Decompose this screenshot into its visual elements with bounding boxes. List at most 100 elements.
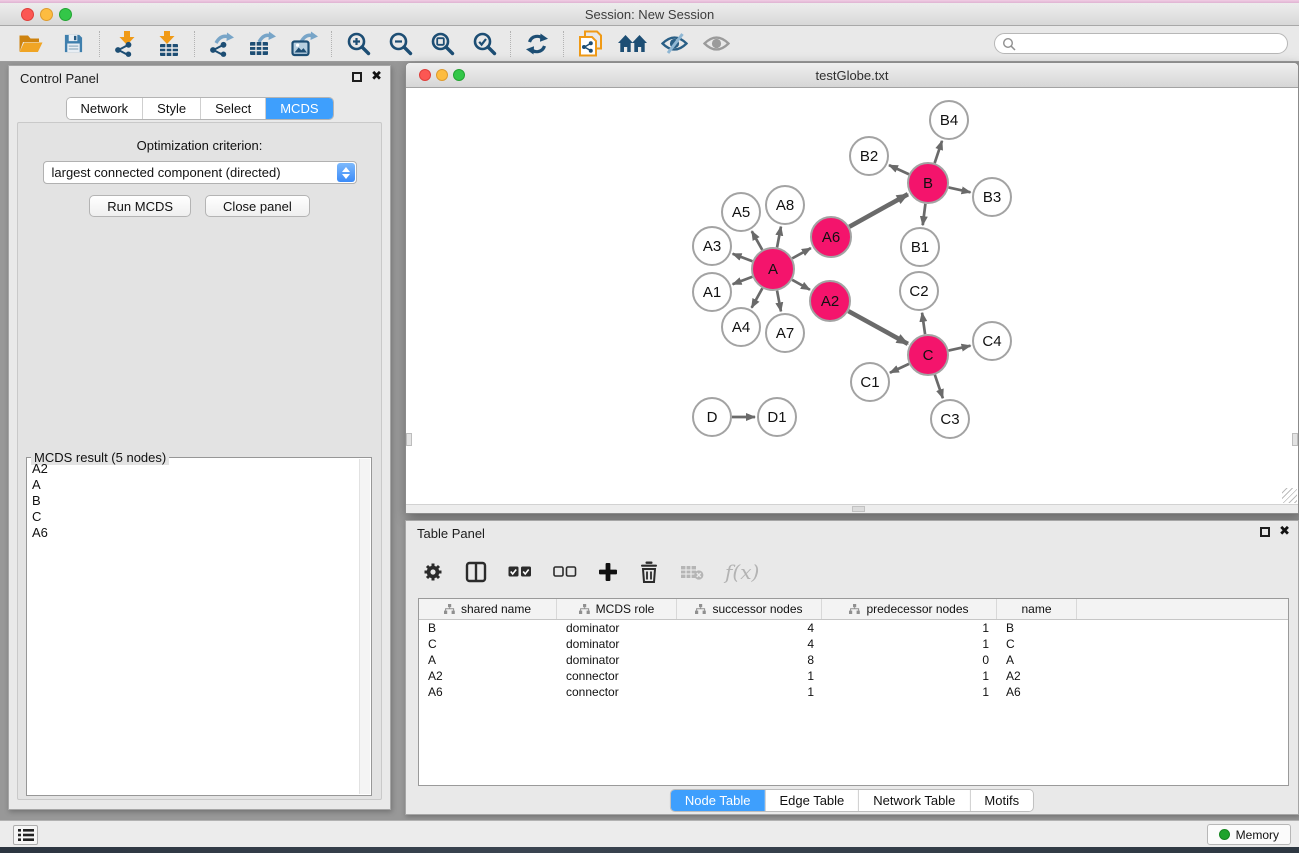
result-list-item[interactable]: C	[29, 509, 358, 525]
table-cell[interactable]: connector	[557, 684, 677, 700]
hide-graphics-details-icon[interactable]	[653, 28, 695, 60]
edge-B-B3[interactable]	[949, 187, 971, 192]
table-cell[interactable]: 8	[677, 652, 822, 668]
result-list-item[interactable]: B	[29, 493, 358, 509]
right-scrollbar-grip[interactable]	[1292, 433, 1298, 446]
memory-button[interactable]: Memory	[1207, 824, 1291, 845]
run-mcds-button[interactable]: Run MCDS	[89, 195, 191, 217]
table-cell[interactable]: connector	[557, 668, 677, 684]
edge-B-B1[interactable]	[923, 204, 926, 225]
search-box[interactable]	[994, 33, 1288, 54]
open-session-icon[interactable]	[10, 28, 52, 60]
table-cell[interactable]: dominator	[557, 620, 677, 636]
result-list-item[interactable]: A2	[29, 461, 358, 477]
export-image-icon[interactable]	[284, 28, 326, 60]
task-history-button[interactable]	[13, 825, 38, 845]
table-cell[interactable]: 1	[822, 636, 997, 652]
table-cell[interactable]: A	[997, 652, 1077, 668]
network-overview-icon[interactable]	[611, 28, 653, 60]
edge-B-B4[interactable]	[935, 141, 942, 163]
table-row[interactable]: Adominator80A	[419, 652, 1288, 668]
function-builder-icon[interactable]: f(x)	[725, 560, 759, 584]
show-columns-icon[interactable]	[465, 561, 487, 583]
zoom-selected-icon[interactable]	[463, 28, 505, 60]
import-table-icon[interactable]	[147, 28, 189, 60]
refresh-layout-icon[interactable]	[516, 28, 558, 60]
tab-edge-table[interactable]: Edge Table	[764, 790, 858, 811]
edge-C-C4[interactable]	[949, 346, 971, 351]
table-cell[interactable]: 0	[822, 652, 997, 668]
tab-network-table[interactable]: Network Table	[858, 790, 969, 811]
edge-A-A2[interactable]	[792, 280, 810, 290]
edge-A6-B[interactable]	[849, 194, 908, 227]
tab-node-table[interactable]: Node Table	[671, 790, 765, 811]
network-close-button[interactable]	[419, 69, 431, 81]
table-cell[interactable]: C	[997, 636, 1077, 652]
edge-A-A5[interactable]	[752, 231, 762, 250]
result-scrollbar[interactable]	[359, 459, 370, 794]
float-panel-icon[interactable]	[1260, 527, 1270, 537]
delete-table-icon[interactable]	[680, 563, 704, 581]
close-panel-button[interactable]: Close panel	[205, 195, 310, 217]
table-cell[interactable]: 1	[822, 620, 997, 636]
mcds-result-list[interactable]: A2ABCA6	[29, 461, 358, 793]
table-cell[interactable]: B	[997, 620, 1077, 636]
network-minimize-button[interactable]	[436, 69, 448, 81]
column-header-MCDS-role[interactable]: MCDS role	[557, 599, 677, 619]
delete-column-icon[interactable]	[639, 561, 659, 583]
network-zoom-button[interactable]	[453, 69, 465, 81]
table-cell[interactable]: A6	[419, 684, 557, 700]
table-cell[interactable]: A2	[997, 668, 1077, 684]
network-canvas[interactable]: AA1A2A3A4A5A6A7A8BB1B2B3B4CC1C2C3C4DD1	[406, 88, 1298, 504]
zoom-in-icon[interactable]	[337, 28, 379, 60]
edge-A-A4[interactable]	[752, 288, 763, 307]
edge-C-C2[interactable]	[922, 313, 925, 334]
table-cell[interactable]: A2	[419, 668, 557, 684]
table-cell[interactable]: 4	[677, 620, 822, 636]
tab-style[interactable]: Style	[142, 98, 200, 119]
zoom-fit-icon[interactable]	[421, 28, 463, 60]
edge-A-A7[interactable]	[777, 291, 781, 312]
show-graphics-details-icon[interactable]	[695, 28, 737, 60]
edge-A-A3[interactable]	[733, 254, 753, 261]
export-table-icon[interactable]	[242, 28, 284, 60]
criterion-dropdown[interactable]: largest connected component (directed)	[43, 161, 357, 184]
table-row[interactable]: Bdominator41B	[419, 620, 1288, 636]
network-graph[interactable]: AA1A2A3A4A5A6A7A8BB1B2B3B4CC1C2C3C4DD1	[406, 88, 1298, 504]
table-row[interactable]: Cdominator41C	[419, 636, 1288, 652]
select-all-icon[interactable]	[508, 566, 532, 578]
export-network-icon[interactable]	[200, 28, 242, 60]
zoom-window-button[interactable]	[59, 8, 72, 21]
edge-A-A1[interactable]	[733, 277, 753, 284]
edge-A2-C[interactable]	[848, 311, 907, 344]
tab-mcds[interactable]: MCDS	[265, 98, 332, 119]
close-panel-icon[interactable]: ✖	[1279, 526, 1290, 538]
column-header-predecessor-nodes[interactable]: predecessor nodes	[822, 599, 997, 619]
clone-network-icon[interactable]	[569, 28, 611, 60]
table-row[interactable]: A2connector11A2	[419, 668, 1288, 684]
edge-B-B2[interactable]	[889, 165, 909, 174]
result-list-item[interactable]: A6	[29, 525, 358, 541]
table-cell[interactable]: C	[419, 636, 557, 652]
float-panel-icon[interactable]	[352, 72, 362, 82]
column-header-shared-name[interactable]: shared name	[419, 599, 557, 619]
column-header-name[interactable]: name	[997, 599, 1077, 619]
tab-motifs[interactable]: Motifs	[969, 790, 1033, 811]
close-panel-icon[interactable]: ✖	[371, 71, 382, 83]
bottom-scrollbar-grip[interactable]	[852, 506, 865, 512]
zoom-out-icon[interactable]	[379, 28, 421, 60]
edge-C-C1[interactable]	[890, 364, 909, 373]
column-header-successor-nodes[interactable]: successor nodes	[677, 599, 822, 619]
edge-A-A8[interactable]	[777, 227, 781, 248]
table-cell[interactable]: 1	[677, 684, 822, 700]
left-scrollbar-grip[interactable]	[406, 433, 412, 446]
table-cell[interactable]: 1	[822, 684, 997, 700]
deselect-all-icon[interactable]	[553, 566, 577, 578]
tab-select[interactable]: Select	[200, 98, 265, 119]
search-input[interactable]	[1016, 35, 1287, 52]
table-cell[interactable]: B	[419, 620, 557, 636]
table-cell[interactable]: 4	[677, 636, 822, 652]
edge-C-C3[interactable]	[935, 375, 943, 398]
table-row[interactable]: A6connector11A6	[419, 684, 1288, 700]
add-column-icon[interactable]	[598, 562, 618, 582]
